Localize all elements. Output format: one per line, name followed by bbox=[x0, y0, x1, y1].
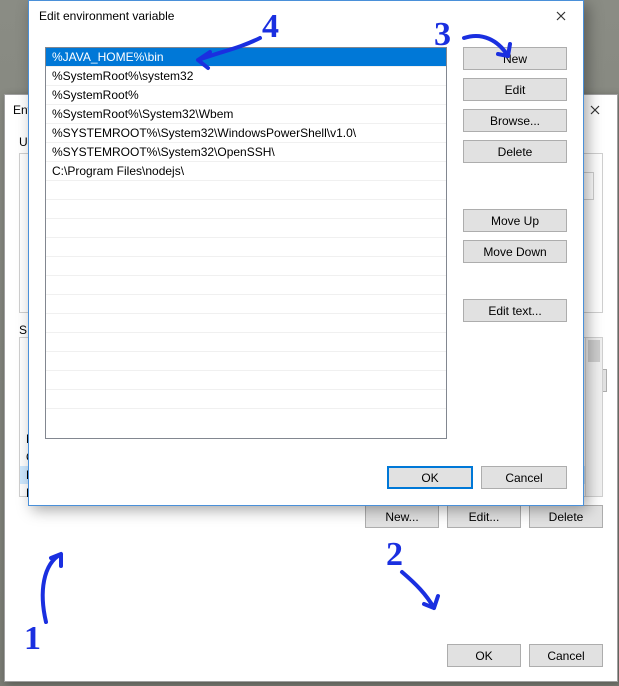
list-item[interactable] bbox=[46, 219, 446, 238]
edit-env-titlebar[interactable]: Edit environment variable bbox=[29, 1, 583, 31]
list-item[interactable] bbox=[46, 390, 446, 409]
new-button[interactable]: New bbox=[463, 47, 567, 70]
list-item[interactable]: %SystemRoot%\system32 bbox=[46, 67, 446, 86]
sys-delete-button[interactable]: Delete bbox=[529, 505, 603, 528]
sys-edit-button[interactable]: Edit... bbox=[447, 505, 521, 528]
list-item[interactable] bbox=[46, 276, 446, 295]
edit-text-button[interactable]: Edit text... bbox=[463, 299, 567, 322]
list-item[interactable]: %SYSTEMROOT%\System32\OpenSSH\ bbox=[46, 143, 446, 162]
list-item[interactable]: C:\Program Files\nodejs\ bbox=[46, 162, 446, 181]
path-entries-listbox[interactable]: %JAVA_HOME%\bin %SystemRoot%\system32 %S… bbox=[45, 47, 447, 439]
close-icon[interactable] bbox=[538, 2, 583, 31]
ok-button[interactable]: OK bbox=[387, 466, 473, 489]
edit-button[interactable]: Edit bbox=[463, 78, 567, 101]
browse-button[interactable]: Browse... bbox=[463, 109, 567, 132]
env-ok-button[interactable]: OK bbox=[447, 644, 521, 667]
list-item[interactable] bbox=[46, 257, 446, 276]
list-item[interactable]: %JAVA_HOME%\bin bbox=[46, 48, 446, 67]
scrollbar-thumb[interactable] bbox=[588, 340, 600, 362]
list-item[interactable] bbox=[46, 314, 446, 333]
side-button-column: New Edit Browse... Delete Move Up Move D… bbox=[463, 47, 567, 450]
list-item[interactable] bbox=[46, 238, 446, 257]
list-item[interactable]: %SystemRoot% bbox=[46, 86, 446, 105]
list-item[interactable] bbox=[46, 181, 446, 200]
move-down-button[interactable]: Move Down bbox=[463, 240, 567, 263]
list-item[interactable] bbox=[46, 333, 446, 352]
list-item[interactable] bbox=[46, 200, 446, 219]
list-item[interactable] bbox=[46, 409, 446, 428]
cancel-button[interactable]: Cancel bbox=[481, 466, 567, 489]
list-item[interactable] bbox=[46, 371, 446, 390]
delete-button[interactable]: Delete bbox=[463, 140, 567, 163]
dialog-title: Edit environment variable bbox=[39, 9, 174, 23]
list-item[interactable] bbox=[46, 352, 446, 371]
move-up-button[interactable]: Move Up bbox=[463, 209, 567, 232]
list-item[interactable]: %SystemRoot%\System32\Wbem bbox=[46, 105, 446, 124]
list-item[interactable] bbox=[46, 295, 446, 314]
env-cancel-button[interactable]: Cancel bbox=[529, 644, 603, 667]
list-item[interactable]: %SYSTEMROOT%\System32\WindowsPowerShell\… bbox=[46, 124, 446, 143]
sys-new-button[interactable]: New... bbox=[365, 505, 439, 528]
edit-env-var-dialog: Edit environment variable %JAVA_HOME%\bi… bbox=[28, 0, 584, 506]
scrollbar[interactable] bbox=[585, 338, 602, 496]
